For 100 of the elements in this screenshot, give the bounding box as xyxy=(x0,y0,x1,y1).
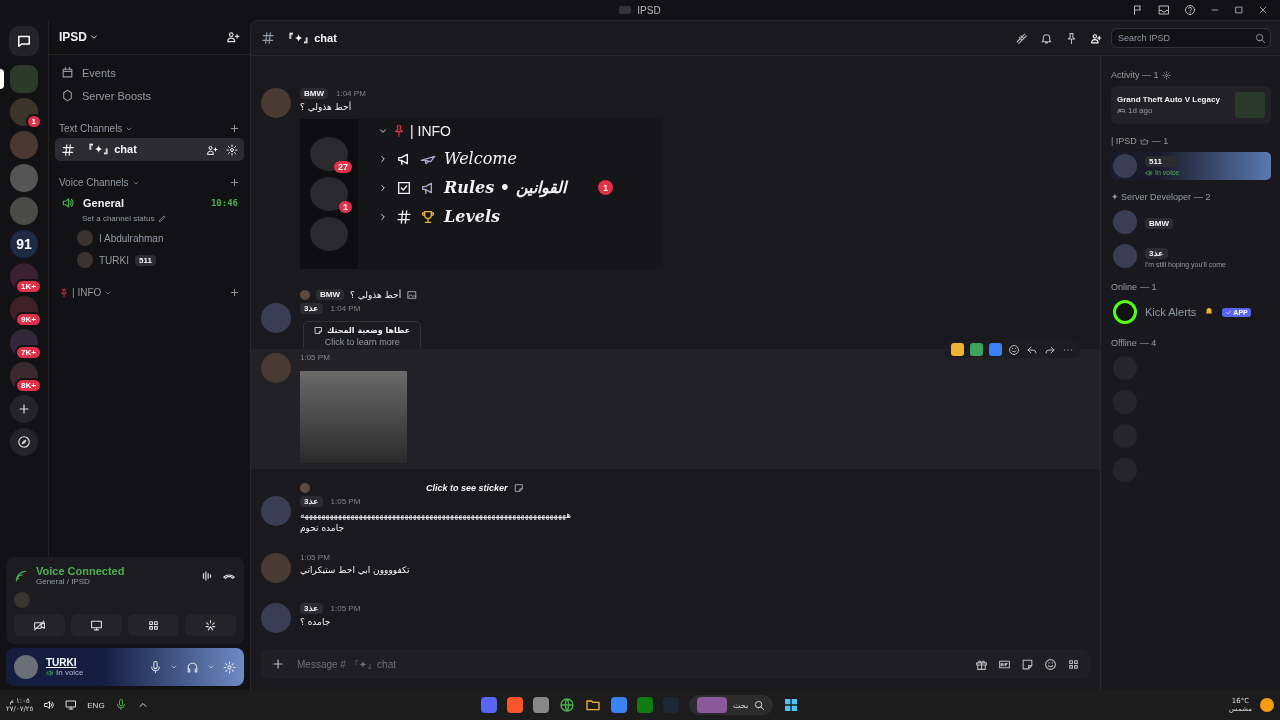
plus-icon[interactable] xyxy=(229,287,240,298)
soundboard-button[interactable] xyxy=(185,614,236,636)
server-icon[interactable]: 1 xyxy=(10,98,38,126)
add-reaction-icon[interactable] xyxy=(1008,343,1020,356)
message-text: أحط هذولي ؟ xyxy=(300,102,353,112)
home-button[interactable] xyxy=(9,26,39,56)
message-bar[interactable]: Message # 『✦』chat xyxy=(261,649,1090,679)
screen-share-button[interactable] xyxy=(71,614,122,636)
chevron-icon xyxy=(170,663,178,671)
apps-icon[interactable] xyxy=(1067,657,1080,671)
photo-placeholder[interactable] xyxy=(300,371,407,463)
settings-icon[interactable] xyxy=(1161,70,1171,80)
taskbar-app-icon[interactable] xyxy=(480,697,497,713)
reply-text[interactable]: أحط هذولي ؟ xyxy=(350,289,402,300)
add-member-icon[interactable] xyxy=(206,143,218,156)
sticker-icon[interactable] xyxy=(1021,657,1034,671)
gift-icon[interactable] xyxy=(975,657,988,671)
help-icon[interactable] xyxy=(1184,4,1196,16)
threads-icon[interactable] xyxy=(1015,31,1028,45)
taskbar-app-icon[interactable] xyxy=(636,697,653,713)
avatar xyxy=(77,252,93,268)
section-heading: ✦ Server Developer xyxy=(1111,192,1192,202)
hash-icon xyxy=(396,208,412,225)
channel-item[interactable]: 『✦』chat xyxy=(55,138,244,161)
members-icon[interactable] xyxy=(1090,31,1103,45)
windows-icon[interactable] xyxy=(783,697,800,713)
emoji-icon[interactable] xyxy=(1044,657,1057,671)
boost-icon xyxy=(61,89,74,102)
bell-icon[interactable] xyxy=(1040,31,1053,45)
discover-button[interactable] xyxy=(10,428,38,456)
taskbar-app-icon[interactable] xyxy=(506,697,523,713)
plus-icon[interactable] xyxy=(229,177,240,188)
add-member-icon[interactable] xyxy=(226,30,240,44)
avatar xyxy=(77,230,93,246)
voice-channel-item[interactable]: General 10:46 xyxy=(55,192,244,214)
server-label[interactable]: 91 xyxy=(10,230,38,258)
globe-icon[interactable] xyxy=(558,697,575,713)
search-field[interactable]: Search IPSD xyxy=(1116,32,1255,44)
unread-badge: 9K+ xyxy=(15,312,42,327)
server-icon[interactable]: 9K+ xyxy=(10,296,38,324)
microphone-icon[interactable] xyxy=(149,660,162,674)
category-name[interactable]: Voice Channels xyxy=(59,177,129,188)
headphones-icon[interactable] xyxy=(186,660,199,674)
timestamp: 1:04 PM xyxy=(330,304,361,313)
close-icon[interactable] xyxy=(1258,5,1268,15)
taskbar-app-icon[interactable] xyxy=(610,697,627,713)
message-input[interactable]: Message # 『✦』chat xyxy=(295,657,965,671)
avatar xyxy=(300,289,310,300)
maximize-icon[interactable] xyxy=(1234,5,1244,15)
server-name[interactable]: IPSD xyxy=(59,30,99,44)
activities-button[interactable] xyxy=(128,614,179,636)
voice-member-name[interactable]: TURKI xyxy=(99,254,129,266)
emoji-icon[interactable] xyxy=(951,343,964,356)
folder-icon[interactable] xyxy=(584,697,601,713)
flag-icon[interactable] xyxy=(1132,4,1144,16)
voice-location[interactable]: General / IPSD xyxy=(36,577,192,586)
chevron-icon xyxy=(207,663,215,671)
category-name: | INFO xyxy=(410,123,451,139)
menu-item[interactable]: Events xyxy=(82,66,116,79)
section-heading: | IPSD xyxy=(1111,136,1137,146)
plus-icon[interactable] xyxy=(271,657,285,671)
server-icon[interactable]: 7K+ xyxy=(10,329,38,357)
server-icon[interactable]: 1K+ xyxy=(10,263,38,291)
compass-icon xyxy=(17,435,31,449)
menu-item[interactable]: Server Boosts xyxy=(82,89,152,102)
plus-icon[interactable] xyxy=(229,123,240,134)
voice-member-name[interactable]: I Abdulrahman xyxy=(99,232,164,244)
member-item[interactable]: BMW xyxy=(1111,208,1271,236)
search-icon xyxy=(754,699,766,711)
user-tag: عذ3 xyxy=(300,496,323,507)
category-name[interactable]: Text Channels xyxy=(59,123,123,134)
sticker-icon xyxy=(314,326,323,335)
activity-card[interactable]: Grand Theft Auto V Legacy 1d ago xyxy=(1111,86,1271,124)
display-icon[interactable] xyxy=(65,699,78,711)
user-tag: عذ3 xyxy=(300,303,323,314)
camera-button[interactable] xyxy=(14,614,65,636)
microphone-icon[interactable] xyxy=(114,699,127,711)
server-icon[interactable] xyxy=(10,164,38,192)
server-icon[interactable]: 8K+ xyxy=(10,362,38,390)
avatar xyxy=(1113,154,1137,178)
volume-icon[interactable] xyxy=(43,699,56,711)
taskbar-app-icon[interactable] xyxy=(532,697,549,713)
add-server-button[interactable] xyxy=(10,395,38,423)
avatar[interactable] xyxy=(14,655,38,679)
emoji-icon[interactable] xyxy=(970,343,983,356)
search-bar[interactable]: Search IPSD xyxy=(1111,28,1271,48)
avatar xyxy=(1113,210,1137,234)
sticker-link[interactable]: Click to see sticker xyxy=(426,483,508,493)
channel-status[interactable]: Set a channel status xyxy=(82,214,155,223)
language-indicator[interactable]: ENG xyxy=(87,700,105,710)
soundboard-icon[interactable] xyxy=(200,568,214,583)
pin-icon xyxy=(59,287,69,298)
category-name[interactable]: | INFO xyxy=(72,287,102,298)
taskbar-search[interactable]: بحث xyxy=(688,695,774,715)
pin-icon[interactable] xyxy=(1065,31,1078,45)
unread-badge: 7K+ xyxy=(15,345,42,360)
inbox-icon[interactable] xyxy=(1158,4,1170,16)
timestamp: 1:04 PM xyxy=(336,89,366,98)
calendar-icon xyxy=(61,66,74,79)
camera-off-icon xyxy=(33,618,46,632)
